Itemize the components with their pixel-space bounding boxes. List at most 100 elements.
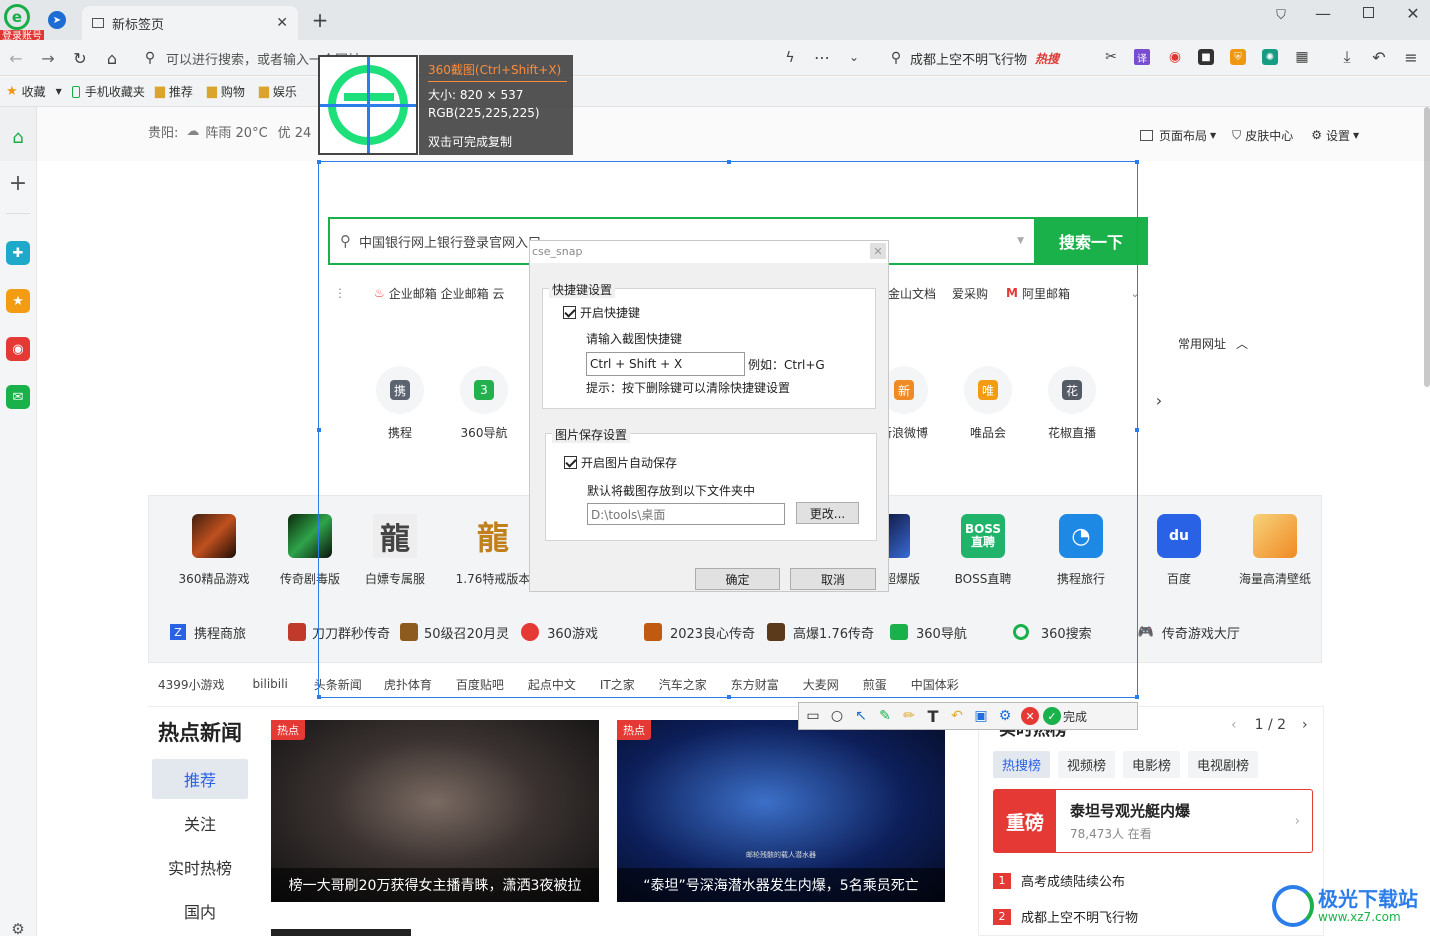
undo-icon[interactable]: ↶ bbox=[945, 704, 969, 728]
change-folder-button[interactable]: 更改... bbox=[796, 502, 859, 524]
tab-tv[interactable]: 电视剧榜 bbox=[1188, 751, 1259, 778]
brush-icon[interactable]: ✎ bbox=[873, 704, 897, 728]
resize-handle[interactable] bbox=[727, 160, 731, 164]
tab-realtime[interactable]: 实时热榜 bbox=[152, 847, 248, 887]
news-section: 热点新闻 推荐 关注 实时热榜 国内 热点 榜一大哥刷20万获得女主播青睐，潇洒… bbox=[148, 706, 958, 936]
featured-tag: 重磅 bbox=[994, 790, 1056, 852]
hotkey-input[interactable]: Ctrl + Shift + X bbox=[586, 352, 745, 376]
capture-title: 360截图(Ctrl+Shift+X) bbox=[428, 61, 567, 82]
pager-text: 1 / 2 bbox=[1254, 717, 1287, 733]
ok-button[interactable]: 确定 bbox=[695, 568, 780, 590]
capture-size: 大小: 820 × 537 bbox=[428, 88, 524, 102]
checkbox-checked-icon bbox=[564, 456, 577, 469]
left-sidebar: ⌂ + ✚ ★ ◉ ✉ ⚙ bbox=[0, 107, 37, 936]
tab-hot-search[interactable]: 热搜榜 bbox=[993, 751, 1051, 778]
dialog-close-icon[interactable]: ✕ bbox=[870, 243, 886, 259]
gamepad-icon: 🎮 bbox=[1137, 624, 1154, 640]
news-card-title: 榜一大哥刷20万获得女主播青睐，潇洒3夜被拉 bbox=[271, 868, 599, 902]
hot-item[interactable]: 2 成都上空不明飞行物 bbox=[993, 907, 1138, 926]
news-tabs: 推荐 关注 实时热榜 国内 bbox=[152, 759, 248, 931]
checkbox-label: 开启图片自动保存 bbox=[581, 456, 678, 470]
hot-item-text: 高考成绩陆续公布 bbox=[1021, 875, 1126, 890]
tab-domestic[interactable]: 国内 bbox=[152, 891, 248, 931]
favorites-icon[interactable]: ★ bbox=[6, 289, 30, 313]
featured-hot[interactable]: 重磅 泰坦号观光艇内爆 78,473人 在看 › bbox=[993, 789, 1313, 853]
hot-list-tabs: 热搜榜 视频榜 电影榜 电视剧榜 bbox=[993, 751, 1259, 778]
settings-icon[interactable]: ⚙ bbox=[6, 917, 30, 936]
dim-top bbox=[0, 0, 1430, 161]
settings-icon[interactable]: ⚙ bbox=[993, 704, 1017, 728]
highlighter-icon[interactable]: ✏ bbox=[897, 704, 921, 728]
news-card-peek bbox=[271, 929, 411, 936]
hot-badge: 热点 bbox=[617, 720, 651, 740]
text-link[interactable]: bilibili bbox=[253, 677, 288, 691]
text-link[interactable]: 4399小游戏 bbox=[158, 676, 225, 693]
done-button[interactable]: ✓ 完成 bbox=[1043, 707, 1087, 725]
capture-info: 360截图(Ctrl+Shift+X) 大小: 820 × 537 RGB(22… bbox=[419, 55, 573, 155]
chevron-right-icon[interactable]: › bbox=[1302, 717, 1308, 733]
folder-path-input[interactable]: D:\tools\桌面 bbox=[587, 503, 785, 525]
add-icon[interactable]: + bbox=[6, 171, 30, 196]
news-title: 热点新闻 bbox=[158, 721, 242, 745]
hotkey-group-title: 快捷键设置 bbox=[549, 281, 616, 298]
news-image-caption: 邮轮残骸的载人潜水器 bbox=[746, 851, 816, 859]
hotkey-value: Ctrl + Shift + X bbox=[590, 357, 683, 371]
chevron-left-icon[interactable]: ‹ bbox=[1231, 717, 1237, 733]
folder-path: D:\tools\桌面 bbox=[591, 507, 666, 522]
weibo-icon[interactable]: ◉ bbox=[6, 337, 30, 361]
done-label: 完成 bbox=[1063, 709, 1088, 724]
divider bbox=[6, 213, 30, 214]
game-item[interactable]: 海量高清壁纸 bbox=[1230, 510, 1320, 587]
common-sites-toggle[interactable]: 常用网址 ︿ bbox=[1178, 335, 1248, 352]
chevron-up-icon: ︿ bbox=[1236, 337, 1249, 351]
enable-autosave-checkbox[interactable]: 开启图片自动保存 bbox=[564, 454, 677, 471]
hot-item-text: 成都上空不明飞行物 bbox=[1021, 911, 1139, 926]
hot-badge: 热点 bbox=[271, 720, 305, 740]
tab-video[interactable]: 视频榜 bbox=[1058, 751, 1116, 778]
news-card[interactable]: 热点 邮轮残骸的载人潜水器 “泰坦”号深海潜水器发生内爆，5名乘员死亡 bbox=[617, 720, 945, 902]
resize-handle[interactable] bbox=[727, 695, 731, 699]
resize-handle[interactable] bbox=[1135, 160, 1139, 164]
text-icon[interactable]: T bbox=[921, 704, 945, 728]
ctrip-biz-icon: Z bbox=[170, 624, 186, 640]
plus-app-icon[interactable]: ✚ bbox=[6, 241, 30, 265]
resize-handle[interactable] bbox=[1135, 428, 1139, 432]
tab-movie[interactable]: 电影榜 bbox=[1123, 751, 1181, 778]
hotkey-group: 快捷键设置 开启快捷键 请输入截图快捷键 Ctrl + Shift + X 例如… bbox=[542, 281, 876, 409]
tab-recommend[interactable]: 推荐 bbox=[152, 759, 248, 799]
enable-hotkey-checkbox[interactable]: 开启快捷键 bbox=[563, 304, 640, 321]
watermark: 极光下载站 www.xz7.com bbox=[1272, 882, 1422, 930]
featured-meta: 78,473人 在看 bbox=[1070, 827, 1152, 841]
hot-item[interactable]: 1 高考成绩陆续公布 bbox=[993, 871, 1125, 890]
resize-handle[interactable] bbox=[317, 160, 321, 164]
wallpaper-icon bbox=[1253, 514, 1297, 558]
game-link[interactable]: 携程商旅 bbox=[194, 623, 246, 642]
game-link[interactable]: 传奇游戏大厅 bbox=[1162, 623, 1240, 642]
save-icon[interactable]: ▣ bbox=[969, 704, 993, 728]
crosshair-horizontal bbox=[320, 104, 416, 107]
resize-handle[interactable] bbox=[1135, 695, 1139, 699]
news-card[interactable]: 热点 榜一大哥刷20万获得女主播青睐，潇洒3夜被拉 bbox=[271, 720, 599, 902]
game-label: 海量高清壁纸 bbox=[1238, 572, 1311, 586]
hotkey-tip: 提示：按下删除键可以清除快捷键设置 bbox=[586, 381, 791, 395]
checkbox-checked-icon bbox=[563, 306, 576, 319]
hotkey-example: 例如：Ctrl+G bbox=[748, 358, 825, 372]
resize-handle[interactable] bbox=[317, 428, 321, 432]
watermark-name: 极光下载站 bbox=[1318, 887, 1418, 911]
save-description: 默认将截图存放到以下文件夹中 bbox=[587, 484, 756, 498]
snap-toolbar: ▭ ○ ↖ ✎ ✏ T ↶ ▣ ⚙ ✕ ✓ 完成 bbox=[798, 702, 1138, 730]
mail-icon[interactable]: ✉ bbox=[6, 385, 30, 409]
cancel-icon[interactable]: ✕ bbox=[1021, 707, 1039, 725]
ellipse-icon[interactable]: ○ bbox=[825, 704, 849, 728]
rectangle-icon[interactable]: ▭ bbox=[801, 704, 825, 728]
chevron-right-icon[interactable]: › bbox=[1152, 390, 1166, 410]
cancel-button[interactable]: 取消 bbox=[790, 568, 876, 590]
game-label: 百度 bbox=[1166, 572, 1191, 586]
resize-handle[interactable] bbox=[317, 695, 321, 699]
arrow-icon[interactable]: ↖ bbox=[849, 704, 873, 728]
game-link-icon bbox=[288, 623, 307, 641]
tab-follow[interactable]: 关注 bbox=[152, 803, 248, 843]
game-icon bbox=[192, 514, 236, 558]
game-item[interactable]: du 百度 bbox=[1136, 510, 1222, 587]
game-item[interactable]: 360精品游戏 bbox=[162, 510, 266, 587]
